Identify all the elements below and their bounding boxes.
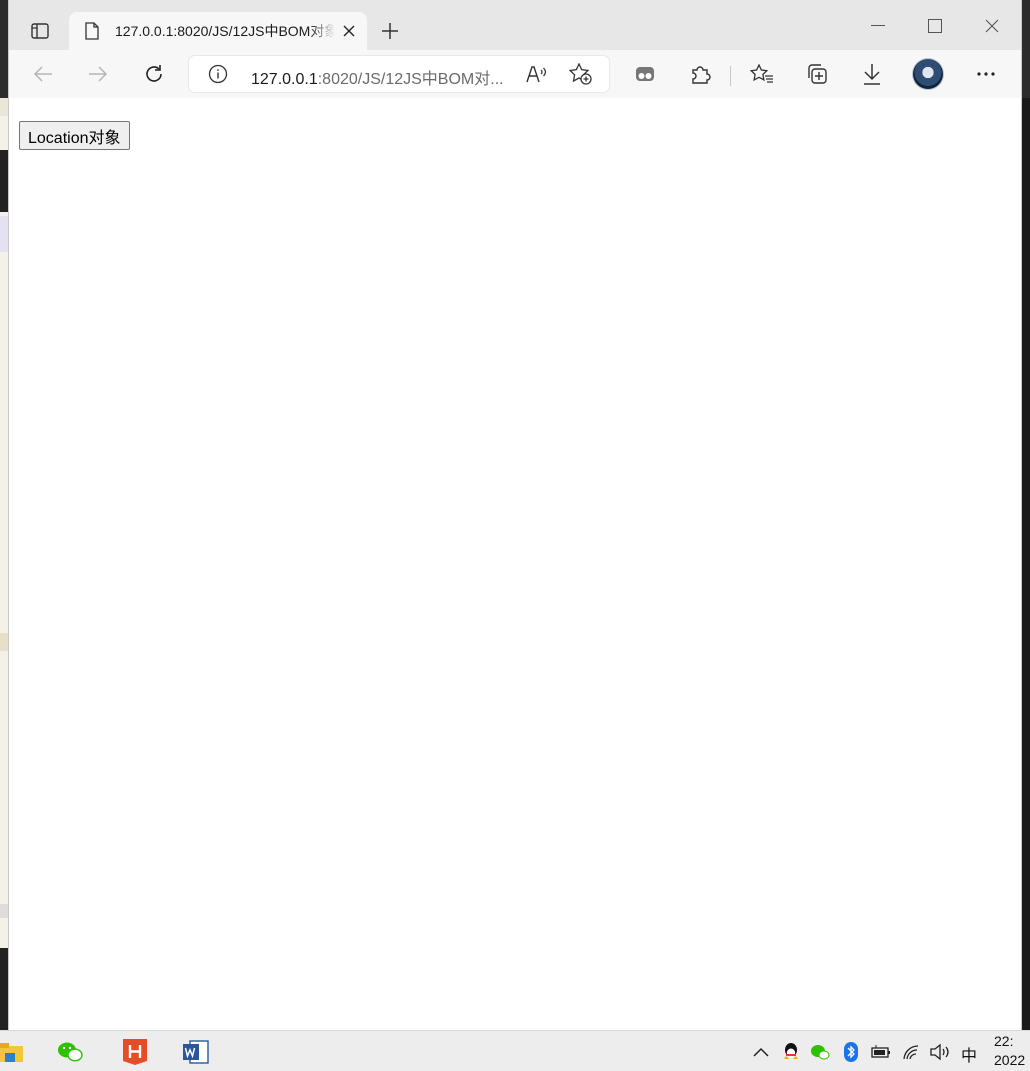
wechat-tray-icon[interactable] <box>809 1041 831 1063</box>
desktop-background-right <box>1021 98 1030 1030</box>
plus-icon[interactable] <box>377 18 403 44</box>
close-icon[interactable] <box>339 21 359 41</box>
url-path: :8020/JS/12JS中BOM对... <box>317 71 504 88</box>
volume-icon[interactable] <box>929 1041 951 1063</box>
url-host: 127.0.0.1 <box>251 71 318 88</box>
page-icon <box>81 20 103 42</box>
taskbar-clock[interactable]: 22: 2022 <box>994 1032 1025 1070</box>
address-bar[interactable]: 127.0.0.1:8020/JS/12JS中BOM对... <box>189 56 609 92</box>
tab-strip: 127.0.0.1:8020/JS/12JS中BOM对象 <box>9 0 1021 50</box>
desktop-background-left <box>0 98 9 1030</box>
chevron-up-icon[interactable] <box>750 1041 772 1063</box>
tracking-prevention-icon[interactable] <box>629 58 661 90</box>
browser-window: 127.0.0.1:8020/JS/12JS中BOM对象 127.0.0.1:8… <box>9 0 1021 1030</box>
wifi-icon[interactable] <box>901 1041 923 1063</box>
refresh-icon[interactable] <box>138 58 170 90</box>
back-arrow-icon[interactable] <box>27 58 59 90</box>
minimize-icon[interactable] <box>861 12 895 40</box>
hbuilder-icon[interactable] <box>120 1037 150 1067</box>
tab-actions-icon[interactable] <box>23 14 57 48</box>
file-explorer-icon[interactable] <box>0 1037 26 1067</box>
qq-icon[interactable] <box>780 1041 802 1063</box>
more-icon[interactable] <box>970 58 1002 90</box>
page-content: Location对象 <box>9 98 1021 1030</box>
window-close-icon[interactable] <box>975 12 1009 40</box>
info-icon[interactable] <box>207 63 229 85</box>
location-object-button[interactable]: Location对象 <box>19 121 130 150</box>
word-icon[interactable] <box>181 1037 211 1067</box>
forward-arrow-icon[interactable] <box>82 58 114 90</box>
toolbar-separator <box>730 66 731 86</box>
star-add-icon[interactable] <box>569 62 593 86</box>
read-aloud-icon[interactable] <box>525 62 549 86</box>
navigation-toolbar: 127.0.0.1:8020/JS/12JS中BOM对... <box>9 50 1021 99</box>
favorites-icon[interactable] <box>746 58 778 90</box>
battery-icon[interactable] <box>870 1041 892 1063</box>
download-icon[interactable] <box>856 58 888 90</box>
puzzle-icon[interactable] <box>684 58 716 90</box>
maximize-icon[interactable] <box>918 12 952 40</box>
clock-date: 2022 <box>994 1052 1026 1068</box>
collections-icon[interactable] <box>801 58 833 90</box>
url-text[interactable]: 127.0.0.1:8020/JS/12JS中BOM对... <box>251 65 516 89</box>
taskbar: 中 22: 2022 <box>0 1030 1030 1071</box>
bluetooth-icon[interactable] <box>840 1041 862 1063</box>
browser-tab[interactable]: 127.0.0.1:8020/JS/12JS中BOM对象 <box>69 12 367 50</box>
input-method-indicator[interactable]: 中 <box>961 1042 977 1066</box>
profile-avatar[interactable] <box>913 59 943 89</box>
tab-title: 127.0.0.1:8020/JS/12JS中BOM对象 <box>115 23 335 39</box>
clock-time: 22: <box>994 1033 1014 1049</box>
wechat-icon[interactable] <box>55 1037 85 1067</box>
